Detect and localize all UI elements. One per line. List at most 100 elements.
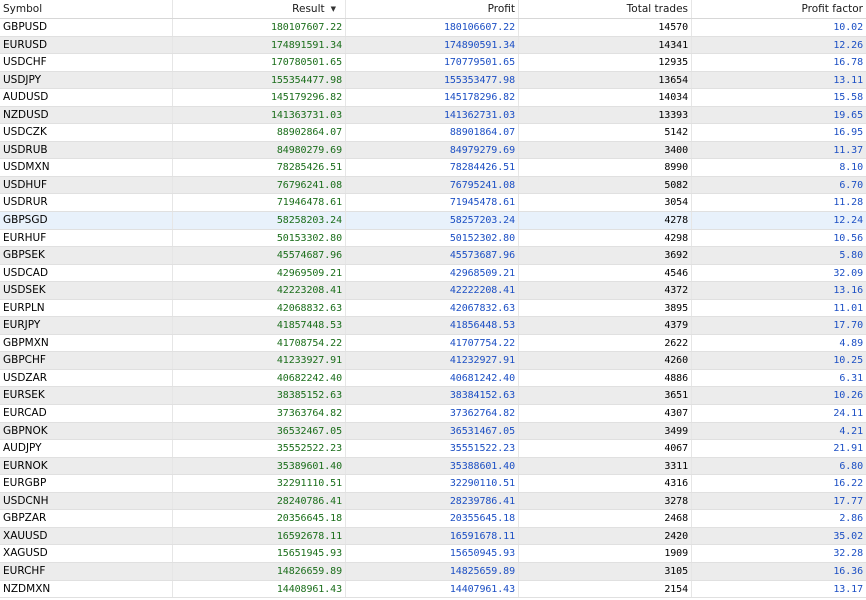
cell-result: 36532467.05	[173, 422, 346, 440]
table-row[interactable]: EURJPY 41857448.53 41856448.53 4379 17.70	[0, 317, 866, 335]
cell-result: 41233927.91	[173, 352, 346, 369]
cell-result: 37363764.82	[173, 405, 346, 422]
cell-symbol: EURUSD	[0, 36, 173, 54]
cell-result: 71946478.61	[173, 194, 346, 212]
cell-symbol: AUDJPY	[0, 440, 173, 457]
cell-total-trades: 2622	[519, 334, 692, 352]
cell-symbol: GBPSEK	[0, 247, 173, 264]
cell-result: 84980279.69	[173, 141, 346, 159]
cell-profit: 28239786.41	[346, 492, 519, 510]
cell-profit: 71945478.61	[346, 194, 519, 212]
cell-profit-factor: 4.21	[839, 425, 863, 437]
table-row[interactable]: USDCZK 88902864.07 88901864.07 5142 16.95	[0, 124, 866, 142]
table-row[interactable]: USDSEK 42223208.41 42222208.41 4372 13.16	[0, 282, 866, 300]
table-row[interactable]: AUDJPY 35552522.23 35551522.23 4067 21.91	[0, 440, 866, 458]
cell-total-trades: 2420	[519, 527, 692, 545]
cell-total-trades: 3400	[519, 141, 692, 159]
table-row[interactable]: USDZAR 40682242.40 40681242.40 4886 6.31	[0, 369, 866, 388]
table-row[interactable]: GBPZAR 20356645.18 20355645.18 2468 2.86	[0, 510, 866, 528]
cell-total-trades: 4278	[519, 212, 692, 229]
table-row[interactable]: EURGBP 32291110.51 32290110.51 4316 16.22	[0, 475, 866, 493]
cell-result: 32291110.51	[173, 475, 346, 492]
cell-result: 42068832.63	[173, 299, 346, 317]
cell-profit-factor: 21.91	[833, 443, 863, 455]
table-row[interactable]: EURNOK 35389601.40 35388601.40 3311 6.80	[0, 457, 866, 476]
table-row[interactable]: USDCNH 28240786.41 28239786.41 3278 17.77	[0, 492, 866, 511]
column-header-profit[interactable]: Profit	[346, 0, 519, 18]
table-row[interactable]: GBPSEK 45574687.96 45573687.96 3692 5.80	[0, 247, 866, 265]
cell-profit-factor: 12.24	[833, 215, 863, 227]
table-row[interactable]: XAUUSD 16592678.11 16591678.11 2420 35.02	[0, 527, 866, 546]
cell-symbol: USDCHF	[0, 54, 173, 71]
table-row[interactable]: EURSEK 38385152.63 38384152.63 3651 10.26	[0, 387, 866, 406]
cell-symbol: EURNOK	[0, 457, 173, 475]
cell-profit: 141362731.03	[346, 106, 519, 124]
cell-symbol: GBPUSD	[0, 19, 173, 36]
column-header-symbol[interactable]: Symbol	[0, 0, 173, 18]
table-row[interactable]: GBPMXN 41708754.22 41707754.22 2622 4.89	[0, 334, 866, 353]
cell-result: 141363731.03	[173, 106, 346, 124]
cell-profit-factor: 10.02	[833, 22, 863, 33]
cell-symbol: GBPMXN	[0, 334, 173, 352]
cell-profit: 78284426.51	[346, 159, 519, 176]
cell-total-trades: 4546	[519, 264, 692, 282]
cell-profit: 170779501.65	[346, 54, 519, 71]
cell-symbol: USDSEK	[0, 282, 173, 299]
table-row[interactable]: EURPLN 42068832.63 42067832.63 3895 11.01	[0, 299, 866, 318]
column-header-total-trades[interactable]: Total trades	[519, 0, 692, 18]
cell-profit: 41707754.22	[346, 334, 519, 352]
cell-profit: 174890591.34	[346, 36, 519, 54]
cell-symbol: USDZAR	[0, 369, 173, 387]
cell-symbol: USDHUF	[0, 176, 173, 194]
table-row[interactable]: USDRUB 84980279.69 84979279.69 3400 11.37	[0, 141, 866, 160]
cell-result: 78285426.51	[173, 159, 346, 176]
table-row[interactable]: XAGUSD 15651945.93 15650945.93 1909 32.28	[0, 545, 866, 563]
cell-result: 180107607.22	[173, 19, 346, 36]
cell-result: 155354477.98	[173, 71, 346, 89]
table-row[interactable]: USDCAD 42969509.21 42968509.21 4546 32.09	[0, 264, 866, 283]
table-row[interactable]: USDCHF 170780501.65 170779501.65 12935 16.78	[0, 54, 866, 72]
table-row[interactable]: USDMXN 78285426.51 78284426.51 8990 8.10	[0, 159, 866, 177]
cell-result: 170780501.65	[173, 54, 346, 71]
table-row[interactable]: GBPSGD 58258203.24 58257203.24 4278 12.24	[0, 212, 866, 230]
cell-total-trades: 14341	[519, 36, 692, 54]
cell-result: 38385152.63	[173, 387, 346, 405]
table-row[interactable]: EURCAD 37363764.82 37362764.82 4307 24.11	[0, 405, 866, 423]
cell-total-trades: 14034	[519, 89, 692, 106]
cell-symbol: GBPZAR	[0, 510, 173, 527]
table-row[interactable]: USDJPY 155354477.98 155353477.98 13654 13.11	[0, 71, 866, 90]
cell-total-trades: 13654	[519, 71, 692, 89]
cell-profit-factor: 24.11	[833, 408, 863, 420]
cell-symbol: NZDUSD	[0, 106, 173, 124]
cell-profit: 38384152.63	[346, 387, 519, 405]
table-row[interactable]: EURHUF 50153302.80 50152302.80 4298 10.56	[0, 229, 866, 248]
cell-total-trades: 4379	[519, 317, 692, 334]
cell-profit: 145178296.82	[346, 89, 519, 106]
cell-profit: 36531467.05	[346, 422, 519, 440]
table-row[interactable]: GBPUSD 180107607.22 180106607.22 14570 10.02	[0, 19, 866, 37]
cell-result: 45574687.96	[173, 247, 346, 264]
column-header-profit-factor[interactable]: Profit factor	[692, 0, 866, 18]
cell-profit: 42968509.21	[346, 264, 519, 282]
cell-profit-factor: 32.09	[833, 267, 863, 279]
column-header-result[interactable]: Result ▼	[173, 0, 346, 18]
cell-result: 20356645.18	[173, 510, 346, 527]
cell-profit-factor: 11.37	[833, 144, 863, 156]
cell-profit-factor: 6.80	[839, 460, 863, 472]
table-row[interactable]: NZDMXN 14408961.43 14407961.43 2154 13.17	[0, 580, 866, 599]
table-row[interactable]: EURUSD 174891591.34 174890591.34 14341 12.26	[0, 36, 866, 55]
cell-profit: 41856448.53	[346, 317, 519, 334]
table-row[interactable]: USDRUR 71946478.61 71945478.61 3054 11.28	[0, 194, 866, 213]
cell-total-trades: 3311	[519, 457, 692, 475]
table-row[interactable]: NZDUSD 141363731.03 141362731.03 13393 19.65	[0, 106, 866, 125]
table-row[interactable]: GBPCHF 41233927.91 41232927.91 4260 10.25	[0, 352, 866, 370]
column-header-profit-label: Profit	[487, 3, 515, 15]
cell-profit-factor: 13.17	[833, 583, 863, 595]
table-row[interactable]: USDHUF 76796241.08 76795241.08 5082 6.70	[0, 176, 866, 195]
table-row[interactable]: EURCHF 14826659.89 14825659.89 3105 16.36	[0, 562, 866, 581]
table-row[interactable]: AUDUSD 145179296.82 145178296.82 14034 15.58	[0, 89, 866, 107]
cell-symbol: EURPLN	[0, 299, 173, 317]
results-table: Symbol Result ▼ Profit Total trades Profi…	[0, 0, 866, 599]
table-row[interactable]: GBPNOK 36532467.05 36531467.05 3499 4.21	[0, 422, 866, 441]
cell-profit-factor: 16.95	[833, 127, 863, 139]
